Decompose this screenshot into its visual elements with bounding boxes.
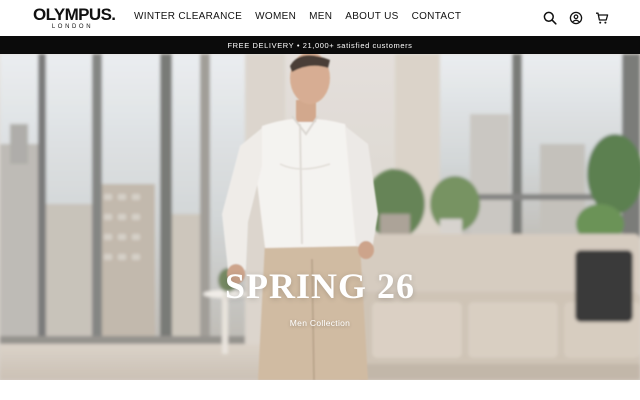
nav-winter-clearance[interactable]: WINTER CLEARANCE <box>134 11 242 23</box>
page-content-start <box>0 380 640 400</box>
nav-contact[interactable]: CONTACT <box>412 11 462 23</box>
site-header: OLYMPUS. LONDON WINTER CLEARANCE WOMEN M… <box>0 0 640 36</box>
logo-wordmark: OLYMPUS. <box>33 5 116 24</box>
search-icon[interactable] <box>542 10 558 26</box>
header-actions <box>542 10 610 26</box>
nav-men[interactable]: MEN <box>309 11 332 23</box>
hero-image <box>0 54 640 380</box>
cart-icon[interactable] <box>594 10 610 26</box>
main-nav: WINTER CLEARANCE WOMEN MEN ABOUT US CONT… <box>134 11 461 23</box>
hero-title: SPRING 26 <box>224 266 416 306</box>
hero-collection-link[interactable]: Men Collection <box>0 318 640 328</box>
logo-subtitle: LONDON <box>51 24 94 30</box>
nav-about-us[interactable]: ABOUT US <box>345 11 398 23</box>
brand-logo[interactable]: OLYMPUS. LONDON <box>33 5 116 31</box>
nav-women[interactable]: WOMEN <box>255 11 296 23</box>
hero-banner[interactable]: SPRING 26 Men Collection <box>0 54 640 380</box>
account-icon[interactable] <box>568 10 584 26</box>
announcement-text: FREE DELIVERY • 21,000+ satisfied custom… <box>227 40 413 50</box>
announcement-bar: FREE DELIVERY • 21,000+ satisfied custom… <box>0 36 640 54</box>
